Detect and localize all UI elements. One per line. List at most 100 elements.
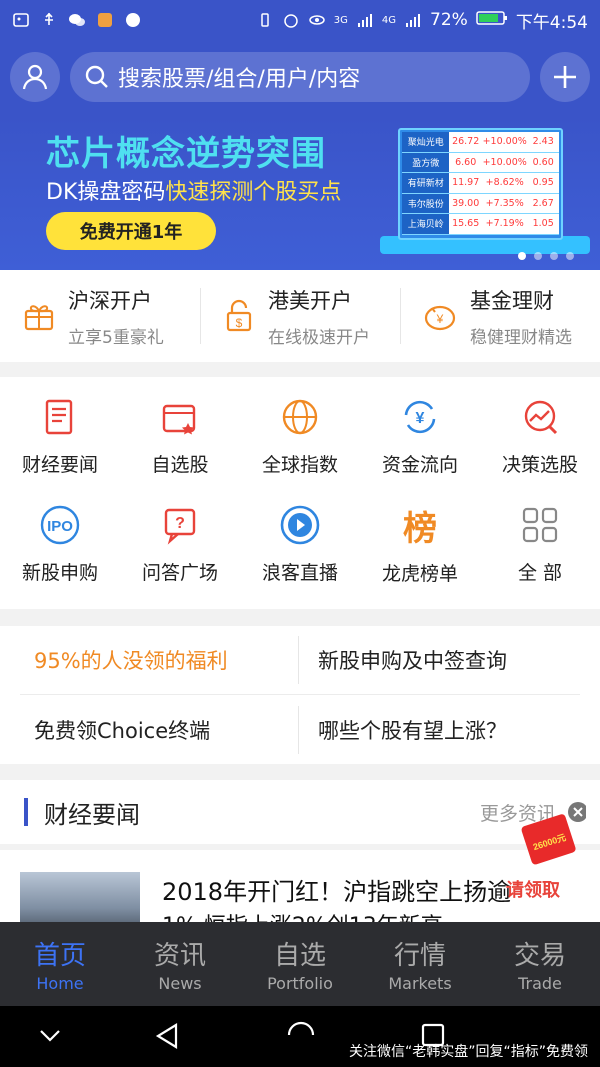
banner-subtitle: DK操盘密码快速探测个股买点 [46,174,341,206]
grid-item-ipo[interactable]: IPO 新股申购 [0,485,120,585]
search-placeholder: 搜索股票/组合/用户/内容 [118,67,361,92]
account-row: 沪深开户 立享5重豪礼 $ 港美开户 在线极速开户 ¥ 基金理财 稳健理财精选 [0,270,600,362]
svg-text:IPO: IPO [47,518,73,535]
signal-4g: 4G [381,14,397,26]
vibrate-icon [256,11,274,29]
grid-item-dragon-tiger[interactable]: 榜 龙虎榜单 [360,485,480,586]
stock-row: 有研新材 11.97 +8.62% 0.95 [402,173,559,194]
usb-icon [40,11,58,29]
float-claim-tag[interactable]: 请领取 [506,876,560,902]
grid-item-global-index[interactable]: 全球指数 [240,377,360,477]
link-ipo-query[interactable]: 新股申购及中签查询 [318,626,507,694]
svg-text:$: $ [236,316,243,330]
news-headline-cont: 1% 恒指上涨2%创13年新高 [162,908,443,922]
svg-text:?: ? [175,515,185,532]
tab-home[interactable]: 首页 Home [0,922,120,1006]
message-icon [124,11,142,29]
search-bar[interactable]: 搜索股票/组合/用户/内容 [70,52,530,102]
tab-trade[interactable]: 交易 Trade [480,922,600,1006]
star-folder-icon [158,395,202,438]
banner-title: 芯片概念逆势突围 [46,134,326,174]
stock-price: 6.60 [449,152,482,172]
carousel-dot[interactable] [550,252,558,260]
stock-value: 1.05 [527,214,559,234]
home-circle-icon[interactable] [286,1020,316,1050]
stock-row: 盈方微 6.60 +10.00% 0.60 [402,152,559,173]
status-bar: 3G 4G 72% 下午4:54 [0,0,600,40]
tab-label-en: Markets [388,974,452,993]
watermark-text: 关注微信“老韩实盘”回复“指标”免费领 [348,1044,588,1060]
stock-change: +10.00% [481,152,528,172]
red-envelope-float[interactable]: 26000元 [520,800,588,870]
battery-percent: 72% [430,10,468,30]
tab-label-cn: 行情 [393,941,446,971]
signal-icon-2 [404,11,422,29]
tab-label-cn: 首页 [33,941,86,971]
stock-value: 2.43 [527,132,559,152]
tab-label-cn: 交易 [513,941,566,971]
carousel-dot[interactable] [534,252,542,260]
carousel-dot[interactable] [518,252,526,260]
stock-change: +10.00% [481,132,528,152]
question-chat-icon: ? [158,503,202,546]
grid-item-capital-flow[interactable]: ¥ 资金流向 [360,377,480,477]
promo-banner[interactable]: 芯片概念逆势突围 DK操盘密码快速探测个股买点 免费开通1年 聚灿光电 26.72… [0,114,600,270]
ipo-icon: IPO [38,503,82,546]
stock-name: 盈方微 [402,152,450,172]
grid-label: 龙虎榜单 [381,563,458,585]
account-sub: 立享5重豪礼 [68,327,164,348]
carousel-dot[interactable] [566,252,574,260]
tab-label-en: News [158,974,202,993]
top-header: 搜索股票/组合/用户/内容 [0,40,600,114]
grid-item-all[interactable]: 全 部 [480,485,600,585]
globe-icon [278,395,322,438]
tab-portfolio[interactable]: 自选 Portfolio [240,922,360,1006]
account-text: 港美开户 在线极速开户 [268,285,370,348]
stock-value: 0.60 [527,152,559,172]
stock-price: 39.00 [449,193,482,213]
account-text: 沪深开户 立享5重豪礼 [68,285,164,348]
link-stock-rise[interactable]: 哪些个股有望上涨？ [318,696,507,764]
grid-item-watchlist[interactable]: 自选股 [120,377,240,477]
chevron-down-icon[interactable] [38,1026,62,1046]
grid-label: 自选股 [151,454,209,476]
grid-label: 决策选股 [501,454,578,476]
account-sub: 在线极速开户 [268,327,370,348]
yen-cycle-icon: ¥ [398,395,442,438]
stock-board: 聚灿光电 26.72 +10.00% 2.43 盈方微 6.60 +10.00% 0.60 有研… [398,128,563,240]
stock-name: 有研新材 [402,173,450,193]
banner-cta-button[interactable]: 免费开通1年 [46,212,216,250]
grid-item-live[interactable]: 浪客直播 [240,485,360,585]
stock-row: 上海贝岭 15.65 +7.19% 1.05 [402,214,559,235]
news-section-header: 财经要闻 更多资讯 [0,780,600,844]
tab-label-cn: 自选 [273,941,326,971]
status-left [12,11,142,29]
account-hk-us-open[interactable]: $ 港美开户 在线极速开户 [200,270,400,362]
back-icon[interactable] [154,1022,180,1050]
link-welfare[interactable]: 95%的人没领的福利 [34,626,228,694]
tab-label-en: Portfolio [267,974,333,993]
grid-item-qa-square[interactable]: ? 问答广场 [120,485,240,585]
account-fund[interactable]: ¥ 基金理财 稳健理财精选 [400,270,600,362]
tab-label-en: Trade [518,974,562,993]
tab-label-en: Home [36,974,84,993]
account-hs-open[interactable]: 沪深开户 立享5重豪礼 [0,270,200,362]
stock-value: 2.67 [527,193,559,213]
banner-subtitle-plain: DK操盘密码 [46,180,166,205]
account-text: 基金理财 稳健理财精选 [470,285,572,348]
news-thumbnail [20,872,140,922]
svg-text:¥: ¥ [436,312,444,326]
grid-item-finance-news[interactable]: 财经要闻 [0,377,120,477]
profile-button[interactable] [10,52,60,102]
tab-news[interactable]: 资讯 News [120,922,240,1006]
divider [298,706,299,754]
add-button[interactable] [540,52,590,102]
grid-item-decision-pick[interactable]: 决策选股 [480,377,600,477]
all-apps-icon [518,503,562,546]
link-choice-terminal[interactable]: 免费领Choice终端 [34,696,210,764]
tab-markets[interactable]: 行情 Markets [360,922,480,1006]
battery-icon [476,10,508,31]
gift-icon [24,305,54,331]
plus-icon [554,66,576,88]
user-icon [22,64,48,90]
